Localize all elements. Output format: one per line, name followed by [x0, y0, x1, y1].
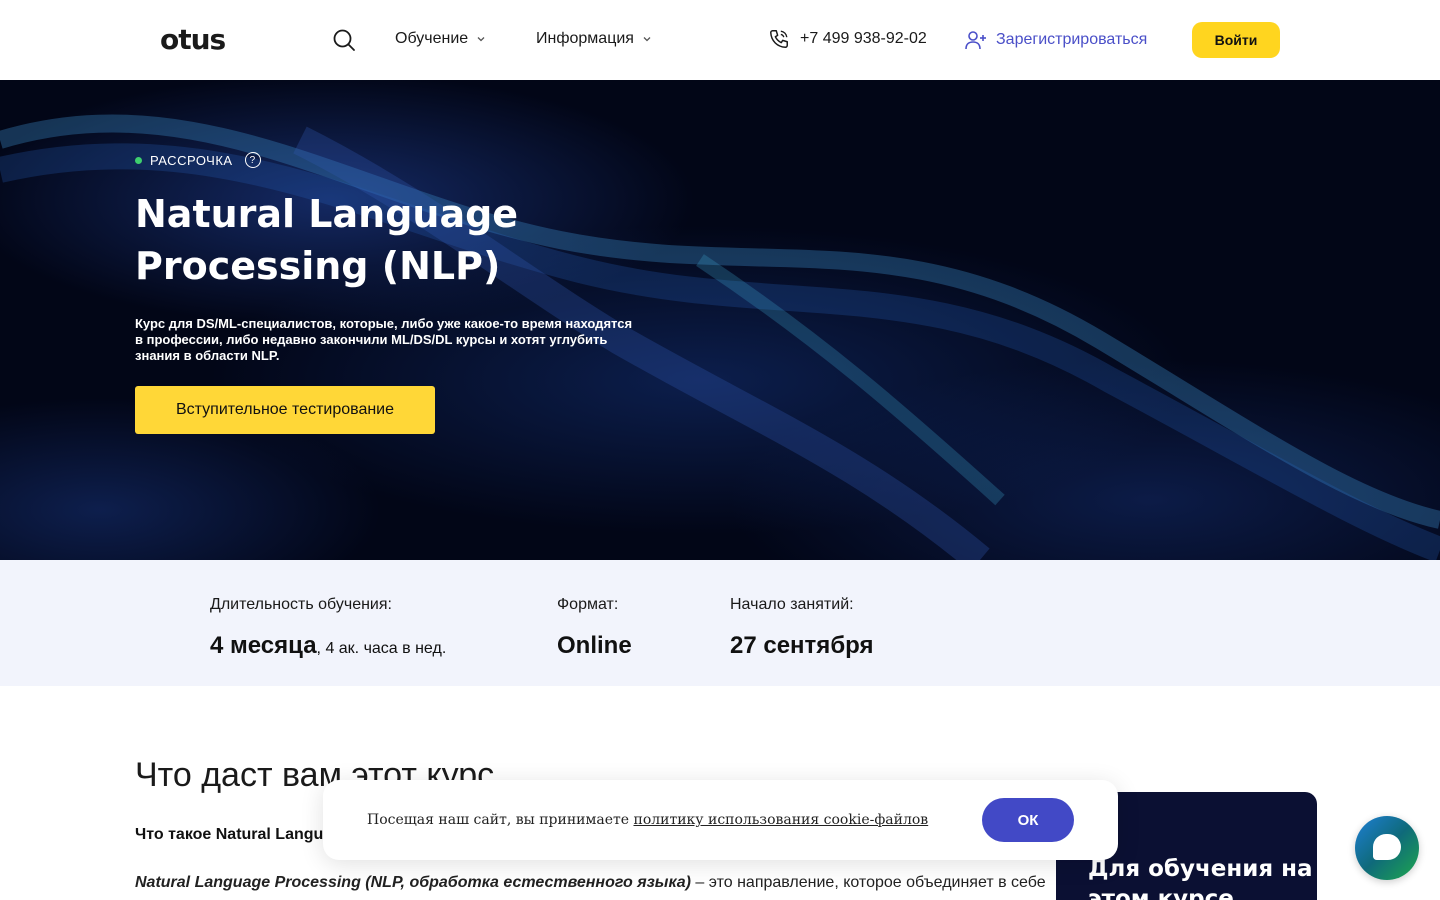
logo-text: otus: [160, 22, 226, 56]
cookie-banner: Посещая наш сайт, вы принимаете политику…: [323, 780, 1118, 860]
cookie-text: Посещая наш сайт, вы принимаете политику…: [367, 812, 928, 828]
format-block: Формат: Online: [557, 596, 632, 660]
nav-item-label: Обучение: [395, 30, 469, 47]
side-card-title: Для обучения на этом курсе: [1088, 856, 1313, 900]
duration-value-row: 4 месяца, 4 ак. часа в нед.: [210, 632, 446, 660]
hero-banner: РАССРОЧКА ? Natural Language Processing …: [0, 80, 1440, 560]
phone-link[interactable]: +7 499 938-92-02: [768, 28, 927, 50]
login-button[interactable]: Войти: [1192, 22, 1280, 58]
course-info-strip: Длительность обучения: 4 месяца, 4 ак. ч…: [0, 560, 1440, 686]
entrance-test-button[interactable]: Вступительное тестирование: [135, 386, 435, 434]
help-icon[interactable]: ?: [244, 152, 261, 168]
nav-item-label: Информация: [536, 30, 634, 47]
chat-bubble-icon: [1373, 834, 1401, 860]
start-label: Начало занятий:: [730, 596, 854, 613]
duration-block: Длительность обучения: 4 месяца, 4 ак. ч…: [210, 596, 446, 660]
format-label: Формат:: [557, 596, 619, 613]
start-value: 27 сентября: [730, 632, 874, 659]
phone-icon: [770, 30, 788, 48]
chat-widget-button[interactable]: [1355, 816, 1419, 880]
start-block: Начало занятий: 27 сентября: [730, 596, 873, 660]
status-dot: [135, 156, 142, 164]
cookie-ok-button[interactable]: ОК: [982, 798, 1074, 842]
duration-label: Длительность обучения:: [210, 596, 392, 613]
search-icon[interactable]: [332, 28, 356, 52]
content-para-em: Natural Language Processing (NLP, обрабо…: [135, 874, 691, 891]
content-question: Что такое Natural Langua: [135, 826, 333, 843]
otus-logo[interactable]: otus: [160, 22, 226, 56]
chevron-down-icon: [477, 37, 485, 42]
register-label: Зарегистрироваться: [996, 31, 1148, 48]
chevron-down-icon: [643, 37, 651, 42]
duration-sub: , 4 ак. часа в нед.: [316, 640, 447, 657]
badge-label: РАССРОЧКА: [150, 152, 233, 168]
nav-item-obuchenie[interactable]: Обучение: [395, 30, 486, 48]
content-paragraph: Natural Language Processing (NLP, обрабо…: [135, 874, 1046, 892]
content-para-rest: – это направление, которое объединяет в …: [690, 874, 1046, 891]
duration-value: 4 месяца: [210, 632, 317, 659]
page-title: Natural Language Processing (NLP): [135, 192, 519, 288]
register-link[interactable]: Зарегистрироваться: [964, 28, 1147, 52]
nav-item-informaciya[interactable]: Информация: [536, 30, 652, 48]
phone-number: +7 499 938-92-02: [800, 30, 927, 47]
cookie-message: Посещая наш сайт, вы принимаете: [367, 812, 634, 828]
cookie-policy-link[interactable]: политику использования cookie-файлов: [633, 812, 928, 828]
add-user-icon: [965, 31, 986, 50]
installment-badge: РАССРОЧКА ?: [135, 152, 261, 168]
format-value: Online: [557, 632, 632, 659]
site-header: otus Обучение Информация +7 499 938-92-0…: [0, 0, 1440, 80]
course-description: Курс для DS/ML-специалистов, которые, ли…: [135, 316, 633, 363]
